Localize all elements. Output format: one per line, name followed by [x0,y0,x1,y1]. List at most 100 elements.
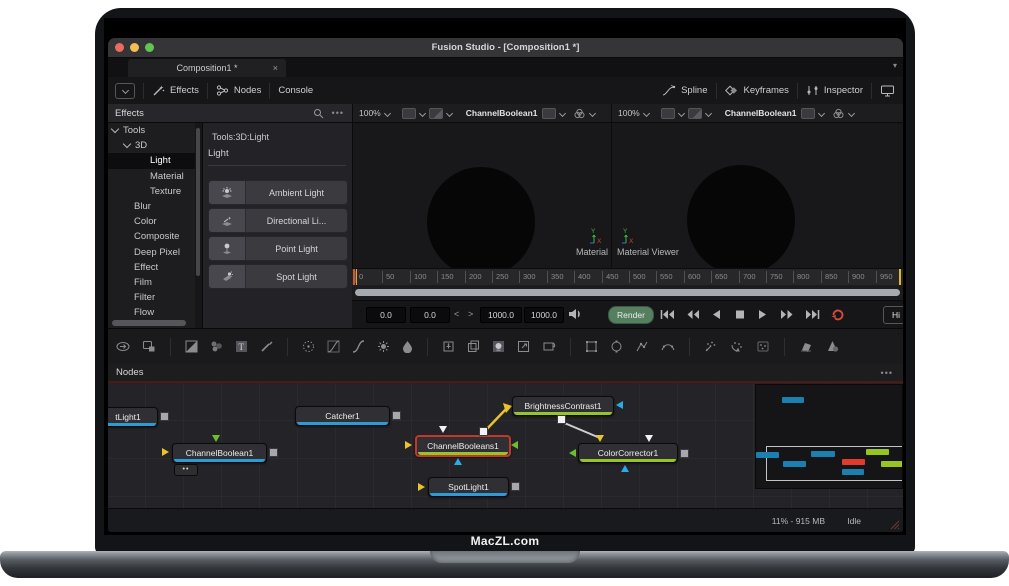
viewer-area[interactable]: YX YX Material Material Viewer [352,123,903,268]
node-graph[interactable]: tLight1 ChannelBoolean1 •• Catcher1 Chan… [108,383,903,508]
graph-node-channelbooleans1[interactable]: ChannelBooleans1 [415,435,511,457]
resize-grip-icon[interactable] [888,518,900,530]
input-port[interactable] [569,449,576,457]
input-port[interactable] [439,426,447,433]
tree-item-3d[interactable]: 3D [108,138,195,153]
layout-icon[interactable] [402,108,416,119]
input-port[interactable] [162,448,169,456]
input-port[interactable] [596,435,604,442]
search-icon[interactable] [313,108,324,119]
output-port[interactable] [392,411,401,420]
tree-item-texture[interactable]: Texture [108,184,195,199]
goto-start-icon[interactable] [660,309,675,320]
current-frame-field[interactable]: 0.0 [410,307,450,323]
left-viewer-node[interactable]: ChannelBoolean1 [466,108,538,118]
brightness-contrast-icon[interactable] [377,340,390,353]
playhead[interactable] [353,269,355,285]
tab-close-icon[interactable]: × [273,59,278,77]
colorspace-icon[interactable] [302,340,315,353]
paint-icon[interactable] [260,340,273,353]
input-port[interactable] [212,435,220,442]
colorcurves-icon[interactable] [327,340,340,353]
graph-node-catcher1[interactable]: Catcher1 [295,406,390,426]
right-viewer-zoom[interactable]: 100% [618,108,640,118]
color-wheel-icon[interactable] [573,108,586,119]
tree-item-effect[interactable]: Effect [108,260,195,275]
tool-directional-light[interactable]: Directional Li... [208,208,348,233]
particle-merge-icon[interactable] [756,340,770,353]
chevron-down-icon[interactable] [446,109,453,116]
chevron-down-icon[interactable] [818,109,825,116]
timeline-scrollbar[interactable] [355,289,900,296]
chevron-down-icon[interactable] [559,109,566,116]
play-reverse-icon[interactable] [712,309,721,320]
particle-emitter-icon[interactable] [704,340,718,353]
input-port[interactable] [645,435,653,442]
output-port[interactable] [511,482,520,491]
step-back-button[interactable]: < [454,307,459,321]
global-end-field[interactable]: 1000.0 [524,307,564,323]
output-port[interactable] [680,449,689,458]
graph-node-spotlight1[interactable]: SpotLight1 [428,477,509,497]
left-viewer-zoom[interactable]: 100% [359,108,381,118]
toolbar-toggle-button[interactable] [115,83,135,99]
fastnoise-icon[interactable] [210,340,223,353]
console-toolbar-button[interactable]: Console [278,85,313,96]
step-forward-button[interactable]: > [468,307,473,321]
range-end-field[interactable]: 1000.0 [480,307,522,323]
render-button[interactable]: Render [608,306,654,324]
saver-icon[interactable] [142,340,156,353]
display-button[interactable] [880,84,895,97]
tree-item-film[interactable]: Film [108,275,195,290]
keyframes-toolbar-button[interactable]: Keyframes [725,84,789,97]
graph-minimap[interactable] [755,384,903,489]
tab-composition1[interactable]: Composition1 * × [128,59,286,77]
hue-icon[interactable] [402,340,413,353]
output-port[interactable] [479,427,488,436]
output-port[interactable] [160,412,169,421]
tree-item-material[interactable]: Material [108,169,195,184]
spline-toolbar-button[interactable]: Spline [662,84,707,97]
effects-panel-menu[interactable]: ••• [332,108,344,118]
output-port[interactable] [557,415,566,424]
tree-item-filter[interactable]: Filter [108,290,195,305]
tree-item-light[interactable]: Light [108,153,195,168]
loop-icon[interactable] [830,307,846,321]
text-tool-icon[interactable]: T [235,340,248,353]
graph-node-tlight1[interactable]: tLight1 [108,407,158,427]
tool-point-light[interactable]: Point Light [208,236,348,261]
title-bar[interactable]: Fusion Studio - [Composition1 *] [108,38,903,58]
chevron-down-icon[interactable] [643,109,650,116]
input-port[interactable] [621,465,629,472]
tool-ambient-light[interactable]: Ambient Light [208,180,348,205]
goto-end-icon[interactable] [805,309,820,320]
nodes-toolbar-button[interactable]: Nodes [216,84,261,97]
background-icon[interactable] [185,340,198,353]
colorgain-icon[interactable] [352,340,365,353]
merge-icon[interactable] [467,340,480,353]
stop-icon[interactable] [735,309,745,320]
viewer-divider[interactable] [611,123,612,268]
tree-item-composite[interactable]: Composite [108,229,195,244]
input-port[interactable] [454,458,462,465]
tree-item-tools[interactable]: Tools [108,123,195,138]
chevron-down-icon[interactable] [419,109,426,116]
inspector-toolbar-button[interactable]: Inspector [806,84,863,97]
output-port[interactable] [269,448,278,457]
tree-item-color[interactable]: Color [108,214,195,229]
shape-3d-icon[interactable] [826,340,839,353]
graph-node-brightnesscontrast1[interactable]: BrightnessContrast1 [512,396,614,416]
particle-render-icon[interactable] [730,340,744,353]
resize-icon[interactable] [517,340,530,353]
lut-button-icon[interactable] [801,108,815,119]
lut-button-icon[interactable] [542,108,556,119]
chevron-down-icon[interactable] [678,109,685,116]
bspline-mask-icon[interactable] [661,340,675,353]
tree-horizontal-scrollbar[interactable] [112,320,186,326]
layout-icon[interactable] [661,108,675,119]
tree-item-flow[interactable]: Flow [108,305,195,320]
chevron-down-icon[interactable] [848,109,855,116]
color-wheel-icon[interactable] [832,108,845,119]
graph-node-channelboolean1[interactable]: ChannelBoolean1 [172,443,267,463]
hiq-button[interactable]: Hi [883,306,903,324]
